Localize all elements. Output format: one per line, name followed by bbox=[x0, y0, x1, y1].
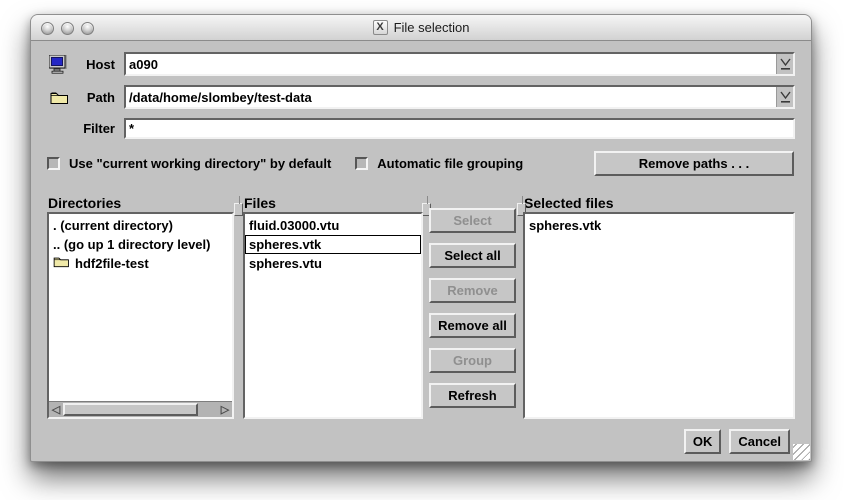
directories-list: . (current directory).. (go up 1 directo… bbox=[49, 214, 232, 401]
directories-hscrollbar[interactable]: ◁ ▷ bbox=[49, 401, 232, 417]
selected-files-label: Selected files bbox=[524, 195, 614, 211]
directory-item[interactable]: .. (go up 1 directory level) bbox=[49, 235, 232, 254]
cancel-button[interactable]: Cancel bbox=[729, 429, 790, 454]
footer: OK Cancel bbox=[684, 429, 790, 455]
filter-icon-spacer bbox=[49, 119, 69, 139]
selected-file-item[interactable]: spheres.vtk bbox=[525, 216, 793, 235]
host-combo bbox=[124, 52, 795, 76]
folder-icon bbox=[53, 254, 70, 273]
file-item[interactable]: fluid.03000.vtu bbox=[245, 216, 421, 235]
dialog-content: Host Path bbox=[31, 41, 811, 461]
directory-item[interactable]: . (current directory) bbox=[49, 216, 232, 235]
select-button: Select bbox=[429, 208, 516, 233]
traffic-lights bbox=[41, 15, 94, 41]
list-item-label: hdf2file-test bbox=[75, 254, 149, 273]
list-item-label: spheres.vtk bbox=[249, 235, 321, 254]
zoom-button[interactable] bbox=[81, 22, 94, 35]
file-item[interactable]: spheres.vtu bbox=[245, 254, 421, 273]
action-button-column: Select Select all Remove Remove all Group Ref… bbox=[429, 208, 516, 418]
path-label: Path bbox=[75, 90, 115, 105]
scroll-left-icon[interactable]: ◁ bbox=[49, 402, 63, 417]
list-item-label: spheres.vtu bbox=[249, 254, 322, 273]
files-label: Files bbox=[244, 195, 276, 211]
x11-app-icon: X bbox=[373, 20, 388, 35]
splitter-handle[interactable] bbox=[234, 203, 243, 216]
ok-button[interactable]: OK bbox=[684, 429, 722, 454]
path-dropdown-icon[interactable] bbox=[776, 87, 793, 107]
cwd-checkbox[interactable] bbox=[47, 157, 60, 170]
path-combo bbox=[124, 85, 795, 109]
file-item[interactable]: spheres.vtk bbox=[245, 235, 421, 254]
group-button: Group bbox=[429, 348, 516, 373]
host-input[interactable] bbox=[126, 54, 776, 74]
cwd-checkbox-label: Use "current working directory" by defau… bbox=[69, 156, 331, 171]
directories-listbox: . (current directory).. (go up 1 directo… bbox=[47, 212, 234, 419]
list-item-label: spheres.vtk bbox=[529, 216, 601, 235]
host-row: Host bbox=[47, 52, 795, 76]
host-label: Host bbox=[75, 57, 115, 72]
scroll-right-icon[interactable]: ▷ bbox=[218, 402, 232, 417]
remove-all-button[interactable]: Remove all bbox=[429, 313, 516, 338]
scrollbar-thumb[interactable] bbox=[63, 403, 198, 416]
filter-row: Filter bbox=[47, 118, 795, 139]
directories-label: Directories bbox=[48, 195, 121, 211]
directory-item[interactable]: hdf2file-test bbox=[49, 254, 232, 273]
close-button[interactable] bbox=[41, 22, 54, 35]
grouping-checkbox-label: Automatic file grouping bbox=[377, 156, 523, 171]
panes-area: Directories Files Selected files . (curr… bbox=[47, 193, 795, 419]
window-title: File selection bbox=[394, 20, 470, 35]
files-list: fluid.03000.vtuspheres.vtkspheres.vtu bbox=[245, 214, 421, 417]
selected-files-listbox: spheres.vtk bbox=[523, 212, 795, 419]
filter-label: Filter bbox=[75, 121, 115, 136]
files-listbox: fluid.03000.vtuspheres.vtkspheres.vtu bbox=[243, 212, 423, 419]
options-row: Use "current working directory" by defau… bbox=[47, 151, 795, 176]
host-monitor-icon bbox=[49, 54, 69, 74]
grouping-checkbox[interactable] bbox=[355, 157, 368, 170]
minimize-button[interactable] bbox=[61, 22, 74, 35]
list-item-label: . (current directory) bbox=[53, 216, 173, 235]
list-item-label: fluid.03000.vtu bbox=[249, 216, 339, 235]
remove-paths-button[interactable]: Remove paths . . . bbox=[594, 151, 794, 176]
filter-input[interactable] bbox=[126, 120, 793, 137]
path-input[interactable] bbox=[126, 87, 776, 107]
list-item-label: .. (go up 1 directory level) bbox=[53, 235, 210, 254]
remove-button: Remove bbox=[429, 278, 516, 303]
window-title-area: X File selection bbox=[373, 20, 470, 35]
file-selection-window: X File selection Host bbox=[30, 14, 812, 462]
resize-grip[interactable] bbox=[793, 444, 810, 460]
select-all-button[interactable]: Select all bbox=[429, 243, 516, 268]
filter-field bbox=[124, 118, 795, 139]
titlebar[interactable]: X File selection bbox=[31, 15, 811, 41]
host-dropdown-icon[interactable] bbox=[776, 54, 793, 74]
path-folder-icon bbox=[49, 87, 69, 107]
path-row: Path bbox=[47, 85, 795, 109]
refresh-button[interactable]: Refresh bbox=[429, 383, 516, 408]
selected-files-list: spheres.vtk bbox=[525, 214, 793, 417]
